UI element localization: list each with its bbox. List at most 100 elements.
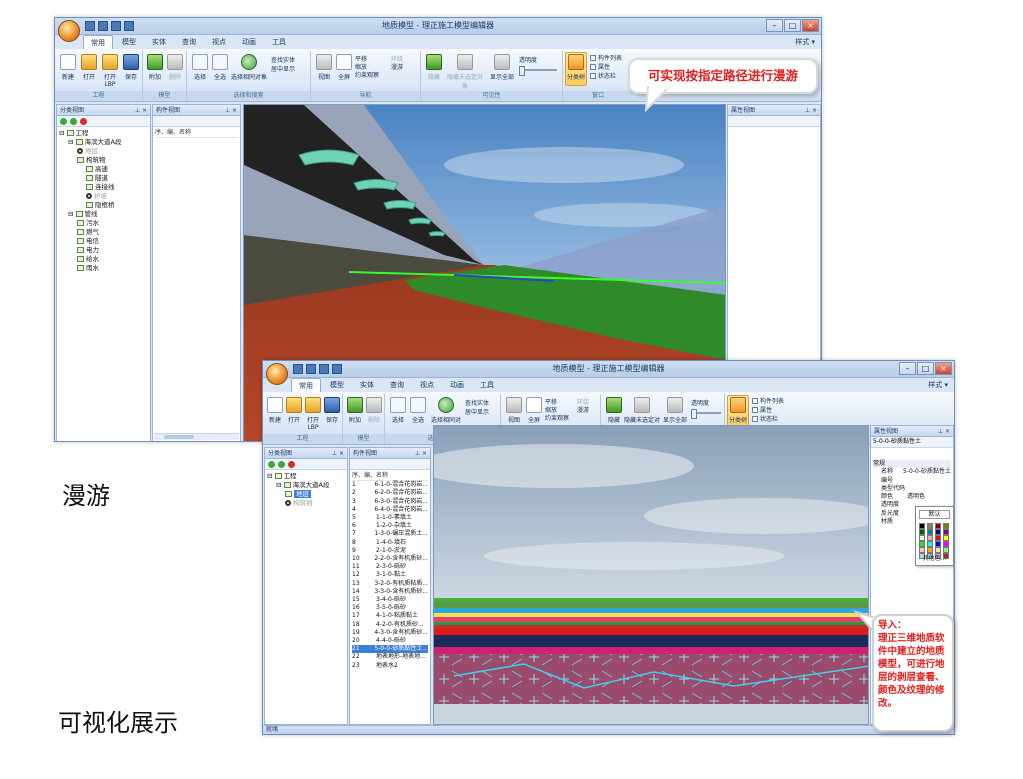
- pin-icon[interactable]: ⊥ ×: [415, 448, 427, 459]
- status-bar-toggle[interactable]: 状态栏: [752, 414, 778, 423]
- list-item[interactable]: 19 4-3-0-含有机质砂...: [352, 629, 428, 637]
- hide-button[interactable]: 隐藏: [423, 54, 445, 81]
- zone-view-button[interactable]: 分类树: [727, 397, 749, 424]
- component-list-toggle[interactable]: 构件列表: [752, 396, 784, 405]
- tree-node[interactable]: ⊟ 海滨大道A段: [267, 481, 329, 490]
- tree-node[interactable]: 电力: [59, 246, 121, 255]
- tree-node[interactable]: 电信: [59, 237, 121, 246]
- select-all-button[interactable]: 全选: [209, 54, 231, 81]
- pin-icon[interactable]: ⊥ ×: [805, 105, 817, 116]
- remove-icon[interactable]: [288, 461, 295, 468]
- list-item[interactable]: 14 3-3-0-含有机质砂...: [352, 588, 428, 596]
- list-item[interactable]: 9 2-1-0-淤泥: [352, 547, 428, 555]
- tab-query[interactable]: 查询: [383, 378, 411, 392]
- application-menu-button[interactable]: [266, 363, 288, 385]
- list-item[interactable]: 2 6-2-0-混合花岗岩...: [352, 489, 428, 497]
- properties-toggle[interactable]: 属性: [590, 62, 610, 71]
- close-button[interactable]: ×: [802, 19, 819, 32]
- tree-node[interactable]: ⊟ 工程: [59, 129, 121, 138]
- tab-tools[interactable]: 工具: [265, 35, 293, 49]
- status-bar-toggle[interactable]: 状态栏: [590, 71, 616, 80]
- select-same-button[interactable]: 选择相同对象: [231, 54, 267, 81]
- view-button[interactable]: 视图: [313, 54, 335, 81]
- tree-node[interactable]: ⊟ 海滨大道A段: [59, 138, 121, 147]
- list-item[interactable]: 4 6-4-0-混合花岗岩...: [352, 506, 428, 514]
- add-icon[interactable]: [70, 118, 77, 125]
- new-button[interactable]: 新建: [57, 54, 79, 81]
- tab-model[interactable]: 模型: [323, 378, 351, 392]
- collapse-icon[interactable]: ⊟: [68, 210, 76, 218]
- show-all-button[interactable]: 显示全部: [661, 397, 689, 424]
- transparency-slider[interactable]: [691, 409, 721, 419]
- 3d-viewport-strata[interactable]: [433, 425, 869, 725]
- zone-view-button[interactable]: 分类树: [565, 54, 587, 81]
- roam-button[interactable]: 漫游: [391, 62, 403, 71]
- list-item[interactable]: 3 6-3-0-混合花岗岩...: [352, 498, 428, 506]
- style-menu[interactable]: 样式 ▾: [928, 380, 948, 390]
- tab-common[interactable]: 常用: [291, 378, 321, 392]
- list-item[interactable]: 13 3-2-0-有机质粘质...: [352, 580, 428, 588]
- tab-model[interactable]: 模型: [115, 35, 143, 49]
- tree-node[interactable]: 隐框桥: [59, 201, 121, 210]
- open-lbp-button[interactable]: 打开LBP: [99, 54, 121, 88]
- list-item[interactable]: 12 3-1-0-黏土: [352, 571, 428, 579]
- hide-button[interactable]: 隐藏: [603, 397, 625, 424]
- select-button[interactable]: 选择: [189, 54, 211, 81]
- expand-icon[interactable]: [60, 118, 67, 125]
- minimize-button[interactable]: –: [899, 362, 916, 375]
- delete-button[interactable]: 删除: [164, 54, 186, 81]
- more-colors-button[interactable]: 其他色...: [916, 553, 953, 562]
- center-show-button[interactable]: 居中显示: [271, 64, 295, 73]
- constrained-view-button[interactable]: 约束观察: [545, 413, 569, 422]
- tree-node[interactable]: 护坡: [59, 192, 121, 201]
- collapse-icon[interactable]: ⊟: [59, 129, 67, 137]
- tab-common[interactable]: 常用: [83, 35, 113, 49]
- roam-button[interactable]: 漫游: [577, 405, 589, 414]
- tab-viewpoint[interactable]: 视点: [205, 35, 233, 49]
- tree-node[interactable]: 地层: [59, 147, 121, 156]
- view-button[interactable]: 视图: [503, 397, 525, 424]
- list-item[interactable]: 8 1-4-0-填石: [352, 539, 428, 547]
- style-menu[interactable]: 样式 ▾: [795, 37, 815, 47]
- select-button[interactable]: 选择: [387, 397, 409, 424]
- tree-node[interactable]: 燃气: [59, 228, 121, 237]
- tab-viewpoint[interactable]: 视点: [413, 378, 441, 392]
- component-list-toggle[interactable]: 构件列表: [590, 53, 622, 62]
- properties-toggle[interactable]: 属性: [752, 405, 772, 414]
- pin-icon[interactable]: ⊥ ×: [938, 426, 950, 437]
- property-row[interactable]: 类型代码: [873, 485, 951, 493]
- property-row[interactable]: 名称 5-0-0-砂质黏性土: [873, 468, 951, 476]
- tree-node[interactable]: 隧道: [59, 174, 121, 183]
- fullscreen-button[interactable]: 全屏: [523, 397, 545, 424]
- fullscreen-button[interactable]: 全屏: [333, 54, 355, 81]
- transparency-slider[interactable]: [519, 66, 557, 76]
- tree-node[interactable]: 给水: [59, 255, 121, 264]
- remove-icon[interactable]: [80, 118, 87, 125]
- minimize-button[interactable]: –: [766, 19, 783, 32]
- show-all-button[interactable]: 显示全部: [487, 54, 517, 81]
- attach-button[interactable]: 附加: [144, 54, 166, 81]
- find-entity-button[interactable]: 查找实体: [271, 55, 295, 64]
- tab-entity[interactable]: 实体: [145, 35, 173, 49]
- add-icon[interactable]: [278, 461, 285, 468]
- pin-icon[interactable]: ⊥ ×: [225, 105, 237, 116]
- constrained-view-button[interactable]: 约束观察: [355, 70, 379, 79]
- default-color-button[interactable]: 默认: [919, 510, 950, 519]
- tab-animation[interactable]: 动画: [443, 378, 471, 392]
- tree-node[interactable]: ⊟ 工程: [267, 472, 329, 481]
- tab-animation[interactable]: 动画: [235, 35, 263, 49]
- hide-unselected-button[interactable]: 隐藏未选定对象: [445, 54, 485, 90]
- open-button[interactable]: 打开: [78, 54, 100, 81]
- collapse-icon[interactable]: ⊟: [267, 472, 275, 480]
- tab-query[interactable]: 查询: [175, 35, 203, 49]
- center-show-button[interactable]: 居中显示: [465, 407, 489, 416]
- list-item[interactable]: 5 1-1-0-素填土: [352, 514, 428, 522]
- close-button[interactable]: ×: [935, 362, 952, 375]
- list-item[interactable]: 23 地表水2: [352, 662, 428, 670]
- save-button[interactable]: 保存: [321, 397, 343, 424]
- expand-icon[interactable]: [268, 461, 275, 468]
- maximize-button[interactable]: □: [917, 362, 934, 375]
- collapse-icon[interactable]: ⊟: [276, 481, 284, 489]
- list-item[interactable]: 18 4-2-0-有机质砂...: [352, 621, 428, 629]
- tree-node[interactable]: 连接线: [59, 183, 121, 192]
